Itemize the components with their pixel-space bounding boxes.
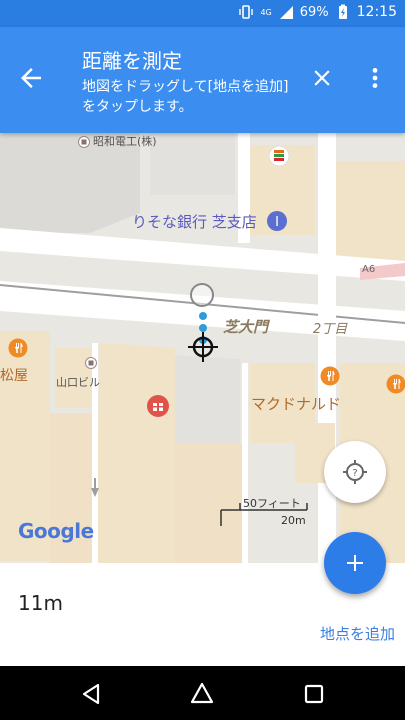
my-location-button[interactable]: ? <box>324 441 386 503</box>
add-point-button[interactable] <box>324 532 386 594</box>
map-label-yamaguchi-bldg[interactable]: 山口ビル <box>56 374 100 390</box>
shopping-icon[interactable] <box>146 394 170 418</box>
page-subtitle: 地図をドラッグして[地点を追加]をタップします。 <box>82 79 289 115</box>
convenience-store-icon[interactable] <box>268 145 290 167</box>
map-label-shibadaimon: 芝大門 <box>223 318 269 336</box>
distance-value: 11m <box>18 591 63 615</box>
add-point-link[interactable]: 地点を追加 <box>320 623 395 644</box>
nav-home-icon[interactable] <box>189 681 215 707</box>
map-label-route-a6: A6 <box>362 264 376 275</box>
scale-label-feet: 50フィート <box>243 497 301 510</box>
svg-text:?: ? <box>352 468 357 479</box>
map-label-mcdonalds[interactable]: マクドナルド <box>251 393 341 414</box>
building-poi-icon[interactable] <box>85 357 97 369</box>
battery-charging-icon <box>338 4 347 19</box>
nav-recents-icon[interactable] <box>301 681 327 707</box>
measure-distance-header: 距離を測定 地図をドラッグして[地点を追加]をタップします。 <box>0 27 405 133</box>
network-label: 4G <box>260 7 272 17</box>
more-vert-icon[interactable] <box>367 65 383 91</box>
plus-icon <box>347 555 363 571</box>
google-logo: Google <box>18 519 94 543</box>
arrow-back-icon[interactable] <box>16 63 46 93</box>
restaurant-icon[interactable] <box>8 338 28 358</box>
signal-icon <box>279 6 293 19</box>
map-label-resona-bank[interactable]: りそな銀行 芝支店 <box>132 211 257 232</box>
vibrate-icon <box>239 5 254 19</box>
restaurant-icon[interactable] <box>320 366 340 386</box>
scale-label-meters: 20m <box>281 514 306 527</box>
battery-percent: 69% <box>299 4 329 20</box>
building-poi-icon[interactable] <box>78 136 90 148</box>
nav-back-icon[interactable] <box>78 681 104 707</box>
my-location-icon: ? <box>343 460 367 484</box>
page-title: 距離を測定 <box>82 49 182 73</box>
map-label-2-chome: 2丁目 <box>313 322 348 337</box>
system-nav-bar <box>0 666 405 720</box>
bank-icon[interactable]: I <box>266 210 288 232</box>
map-label-showa-denko[interactable]: 昭和電工(株) <box>93 133 157 149</box>
svg-text:I: I <box>275 215 279 230</box>
restaurant-icon[interactable] <box>386 374 405 394</box>
map-label-matsuya[interactable]: 松屋 <box>0 365 28 385</box>
clock: 12:15 <box>356 4 397 20</box>
close-icon[interactable] <box>309 65 335 91</box>
status-bar: 4G 69% 12:15 <box>0 0 405 27</box>
